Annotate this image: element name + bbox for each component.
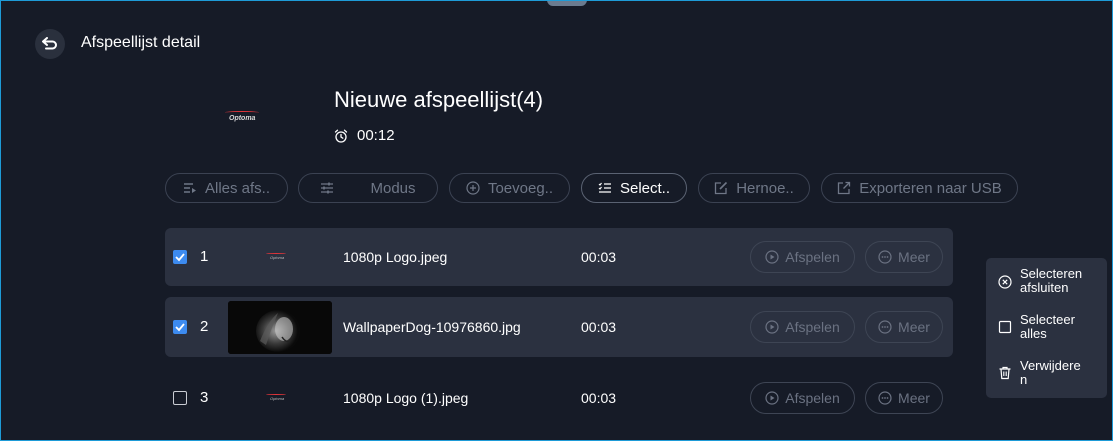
export-label: Exporteren naar USB [859, 179, 1002, 197]
play-all-button[interactable]: Alles afs.. [165, 173, 288, 203]
row-duration: 00:03 [581, 319, 617, 335]
page-title: Afspeellijst detail [81, 34, 201, 51]
play-circle-icon [765, 391, 779, 405]
row-index: 1 [200, 248, 209, 265]
playlist-duration: 00:12 [334, 127, 395, 144]
row-thumbnail [228, 301, 332, 354]
thumb-logo-text: Optoma [270, 255, 285, 260]
close-circle-icon [998, 275, 1012, 289]
play-label: Afspelen [785, 390, 840, 406]
add-label: Toevoeg.. [487, 179, 554, 197]
more-circle-icon [878, 391, 892, 405]
trash-icon [999, 366, 1011, 380]
cover-logo-text: Optoma [229, 115, 256, 122]
playlist-cover: Optoma [211, 111, 271, 127]
row-duration: 00:03 [581, 249, 617, 265]
mode-button[interactable]: Modus [298, 173, 438, 203]
more-button[interactable]: Meer [865, 311, 943, 343]
add-button[interactable]: Toevoeg.. [449, 173, 570, 203]
edit-icon [715, 181, 728, 195]
delete-label: Verwijdere n [1020, 358, 1081, 387]
row-thumbnail: Optoma [266, 253, 296, 261]
mode-label: Modus [370, 179, 416, 197]
row-index: 3 [200, 389, 209, 406]
more-button[interactable]: Meer [865, 241, 943, 273]
thumb-logo-text: Optoma [270, 396, 285, 401]
checklist-icon [598, 182, 611, 193]
row-filename: 1080p Logo (1).jpeg [343, 390, 469, 406]
square-icon [998, 320, 1012, 334]
play-label: Afspelen [785, 319, 840, 335]
alarm-clock-icon [334, 129, 348, 143]
export-icon [838, 181, 851, 195]
play-circle-icon [765, 320, 779, 334]
back-arrow-icon [42, 37, 57, 50]
app-window: Afspeellijst detail Optoma Nieuwe afspee… [0, 0, 1113, 441]
rename-label: Hernoe.. [736, 179, 794, 197]
select-all-label: Selecteer alles [1020, 312, 1075, 341]
back-button[interactable] [35, 29, 65, 59]
delete-item[interactable]: Verwijdere n [998, 359, 1081, 387]
row-index: 2 [200, 318, 209, 335]
row-thumbnail: Optoma [266, 394, 296, 402]
playlist-title: Nieuwe afspeellijst(4) [334, 87, 544, 112]
exit-selection-label: Selecteren afsluiten [1020, 266, 1083, 295]
sliders-icon [321, 182, 334, 194]
play-button[interactable]: Afspelen [750, 311, 855, 343]
play-button[interactable]: Afspelen [750, 241, 855, 273]
play-all-label: Alles afs.. [204, 179, 271, 197]
playlist-play-icon [183, 183, 196, 193]
selection-menu: Selecteren afsluiten Selecteer alles Ver… [986, 258, 1107, 398]
rename-button[interactable]: Hernoe.. [698, 173, 810, 203]
row-checkbox[interactable] [173, 320, 187, 334]
more-button[interactable]: Meer [865, 382, 943, 414]
pull-down-tab[interactable] [547, 1, 587, 6]
more-label: Meer [898, 390, 930, 406]
play-label: Afspelen [785, 249, 840, 265]
select-button[interactable]: Select.. [581, 173, 687, 203]
row-duration: 00:03 [581, 390, 617, 406]
more-circle-icon [878, 250, 892, 264]
checkmark-icon [175, 253, 185, 262]
export-usb-button[interactable]: Exporteren naar USB [821, 173, 1018, 203]
row-checkbox[interactable] [173, 250, 187, 264]
lion-image [228, 301, 332, 354]
play-circle-icon [765, 250, 779, 264]
select-all-item[interactable]: Selecteer alles [998, 313, 1075, 341]
playlist-duration-value: 00:12 [357, 127, 395, 144]
more-label: Meer [898, 319, 930, 335]
plus-circle-icon [466, 181, 480, 195]
playlist-row[interactable]: 1 Optoma 1080p Logo.jpeg 00:03 Afspelen … [165, 228, 953, 286]
more-circle-icon [878, 320, 892, 334]
select-label: Select.. [619, 179, 671, 197]
exit-selection-item[interactable]: Selecteren afsluiten [998, 267, 1082, 295]
play-button[interactable]: Afspelen [750, 382, 855, 414]
playlist-row[interactable]: 2 WallpaperDog-10976860.jpg 00:03 Afspel… [165, 297, 953, 357]
checkmark-icon [175, 323, 185, 332]
row-filename: 1080p Logo.jpeg [343, 249, 448, 265]
playlist-row[interactable]: 3 Optoma 1080p Logo (1).jpeg 00:03 Afspe… [165, 369, 953, 427]
row-filename: WallpaperDog-10976860.jpg [343, 319, 521, 335]
more-label: Meer [898, 249, 930, 265]
row-checkbox[interactable] [173, 391, 187, 405]
